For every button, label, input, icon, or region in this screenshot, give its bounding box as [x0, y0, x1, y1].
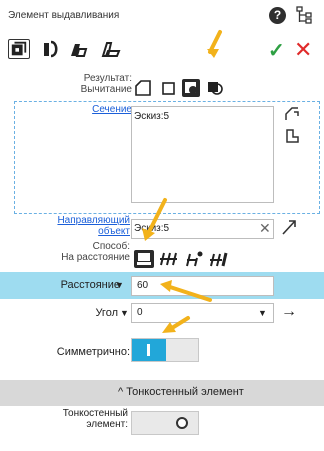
intersect-icon[interactable] [206, 79, 224, 97]
distance-icon[interactable] [134, 250, 154, 268]
method-label: Способ: На расстояние [61, 241, 130, 263]
kinematic-icon[interactable] [68, 39, 90, 59]
window-title: Элемент выдавливания [8, 10, 120, 21]
tree-icon[interactable] [296, 6, 312, 25]
section-link[interactable]: Сечение [62, 104, 132, 115]
distance-menu-caret[interactable]: ▼ [115, 280, 124, 290]
help-icon[interactable]: ? [269, 7, 286, 24]
distance-value: 60 [137, 280, 149, 291]
sketch-select-icon[interactable] [284, 106, 300, 122]
clear-icon[interactable]: ✕ [259, 220, 271, 237]
cancel-icon[interactable]: ✕ [294, 37, 312, 63]
direction-object-link[interactable]: Направляющий объект [40, 215, 130, 237]
subtract-icon[interactable] [182, 79, 200, 97]
toggle-off-knob [176, 417, 188, 429]
direction-arrow-icon[interactable] [281, 218, 297, 236]
distance-label: Расстояние [60, 279, 120, 291]
angle-direction-icon[interactable]: → [281, 303, 297, 321]
to-surface-icon[interactable] [208, 250, 228, 268]
rotate-icon[interactable] [40, 39, 62, 59]
square-icon[interactable] [160, 79, 178, 97]
symmetric-label: Симметрично: [56, 346, 130, 358]
angle-value: 0 [137, 307, 143, 318]
angle-label: Угол [95, 307, 118, 319]
loft-icon[interactable] [100, 39, 122, 59]
angle-menu-caret[interactable]: ▼ [120, 308, 129, 318]
result-label: Результат: Вычитание [80, 73, 132, 95]
extrude-icon[interactable] [8, 39, 30, 59]
to-vertex-icon[interactable] [184, 250, 204, 268]
angle-select[interactable] [131, 303, 274, 323]
list-item[interactable]: Эскиз:5 [134, 111, 169, 122]
thin-wall-title[interactable]: ^ Тонкостенный элемент [118, 386, 244, 398]
shape-outline-icon[interactable] [134, 79, 152, 97]
chevron-down-icon[interactable]: ▼ [258, 308, 267, 318]
direction-object-value: Эскиз:5 [134, 223, 170, 234]
thin-wall-toggle[interactable] [131, 411, 199, 435]
distance-input[interactable] [131, 276, 274, 296]
ok-icon[interactable]: ✓ [268, 38, 285, 63]
thin-wall-label: Тонкостенный элемент: [62, 408, 128, 430]
sketch-edit-icon[interactable] [284, 128, 300, 144]
through-all-icon[interactable] [158, 250, 178, 268]
toggle-on-bar [147, 344, 150, 356]
